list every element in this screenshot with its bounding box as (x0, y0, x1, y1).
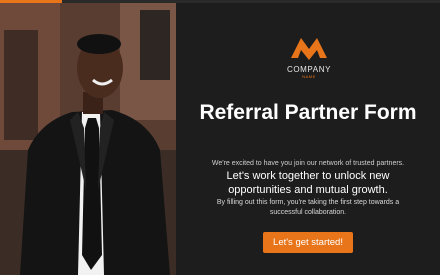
company-logo: COMPANY NAME (280, 32, 338, 80)
form-welcome-screen: COMPANY NAME Referral Partner Form We're… (0, 0, 440, 275)
hero-photo (0, 0, 176, 275)
note-text: By filling out this form, you're taking … (216, 199, 400, 216)
progress-bar-fill (0, 0, 62, 3)
m-logo-icon (291, 38, 327, 60)
lead-text: Let's work together to unlock new opport… (226, 170, 390, 196)
company-tagline: NAME (302, 74, 316, 79)
intro-text: We're excited to have you join our netwo… (211, 160, 405, 167)
get-started-button[interactable]: Let's get started! (263, 232, 353, 253)
page-title: Referral Partner Form (199, 101, 417, 124)
intro-panel: COMPANY NAME Referral Partner Form We're… (176, 0, 440, 275)
company-name: COMPANY (286, 65, 332, 74)
portrait-illustration (0, 0, 176, 275)
progress-bar (0, 0, 440, 3)
